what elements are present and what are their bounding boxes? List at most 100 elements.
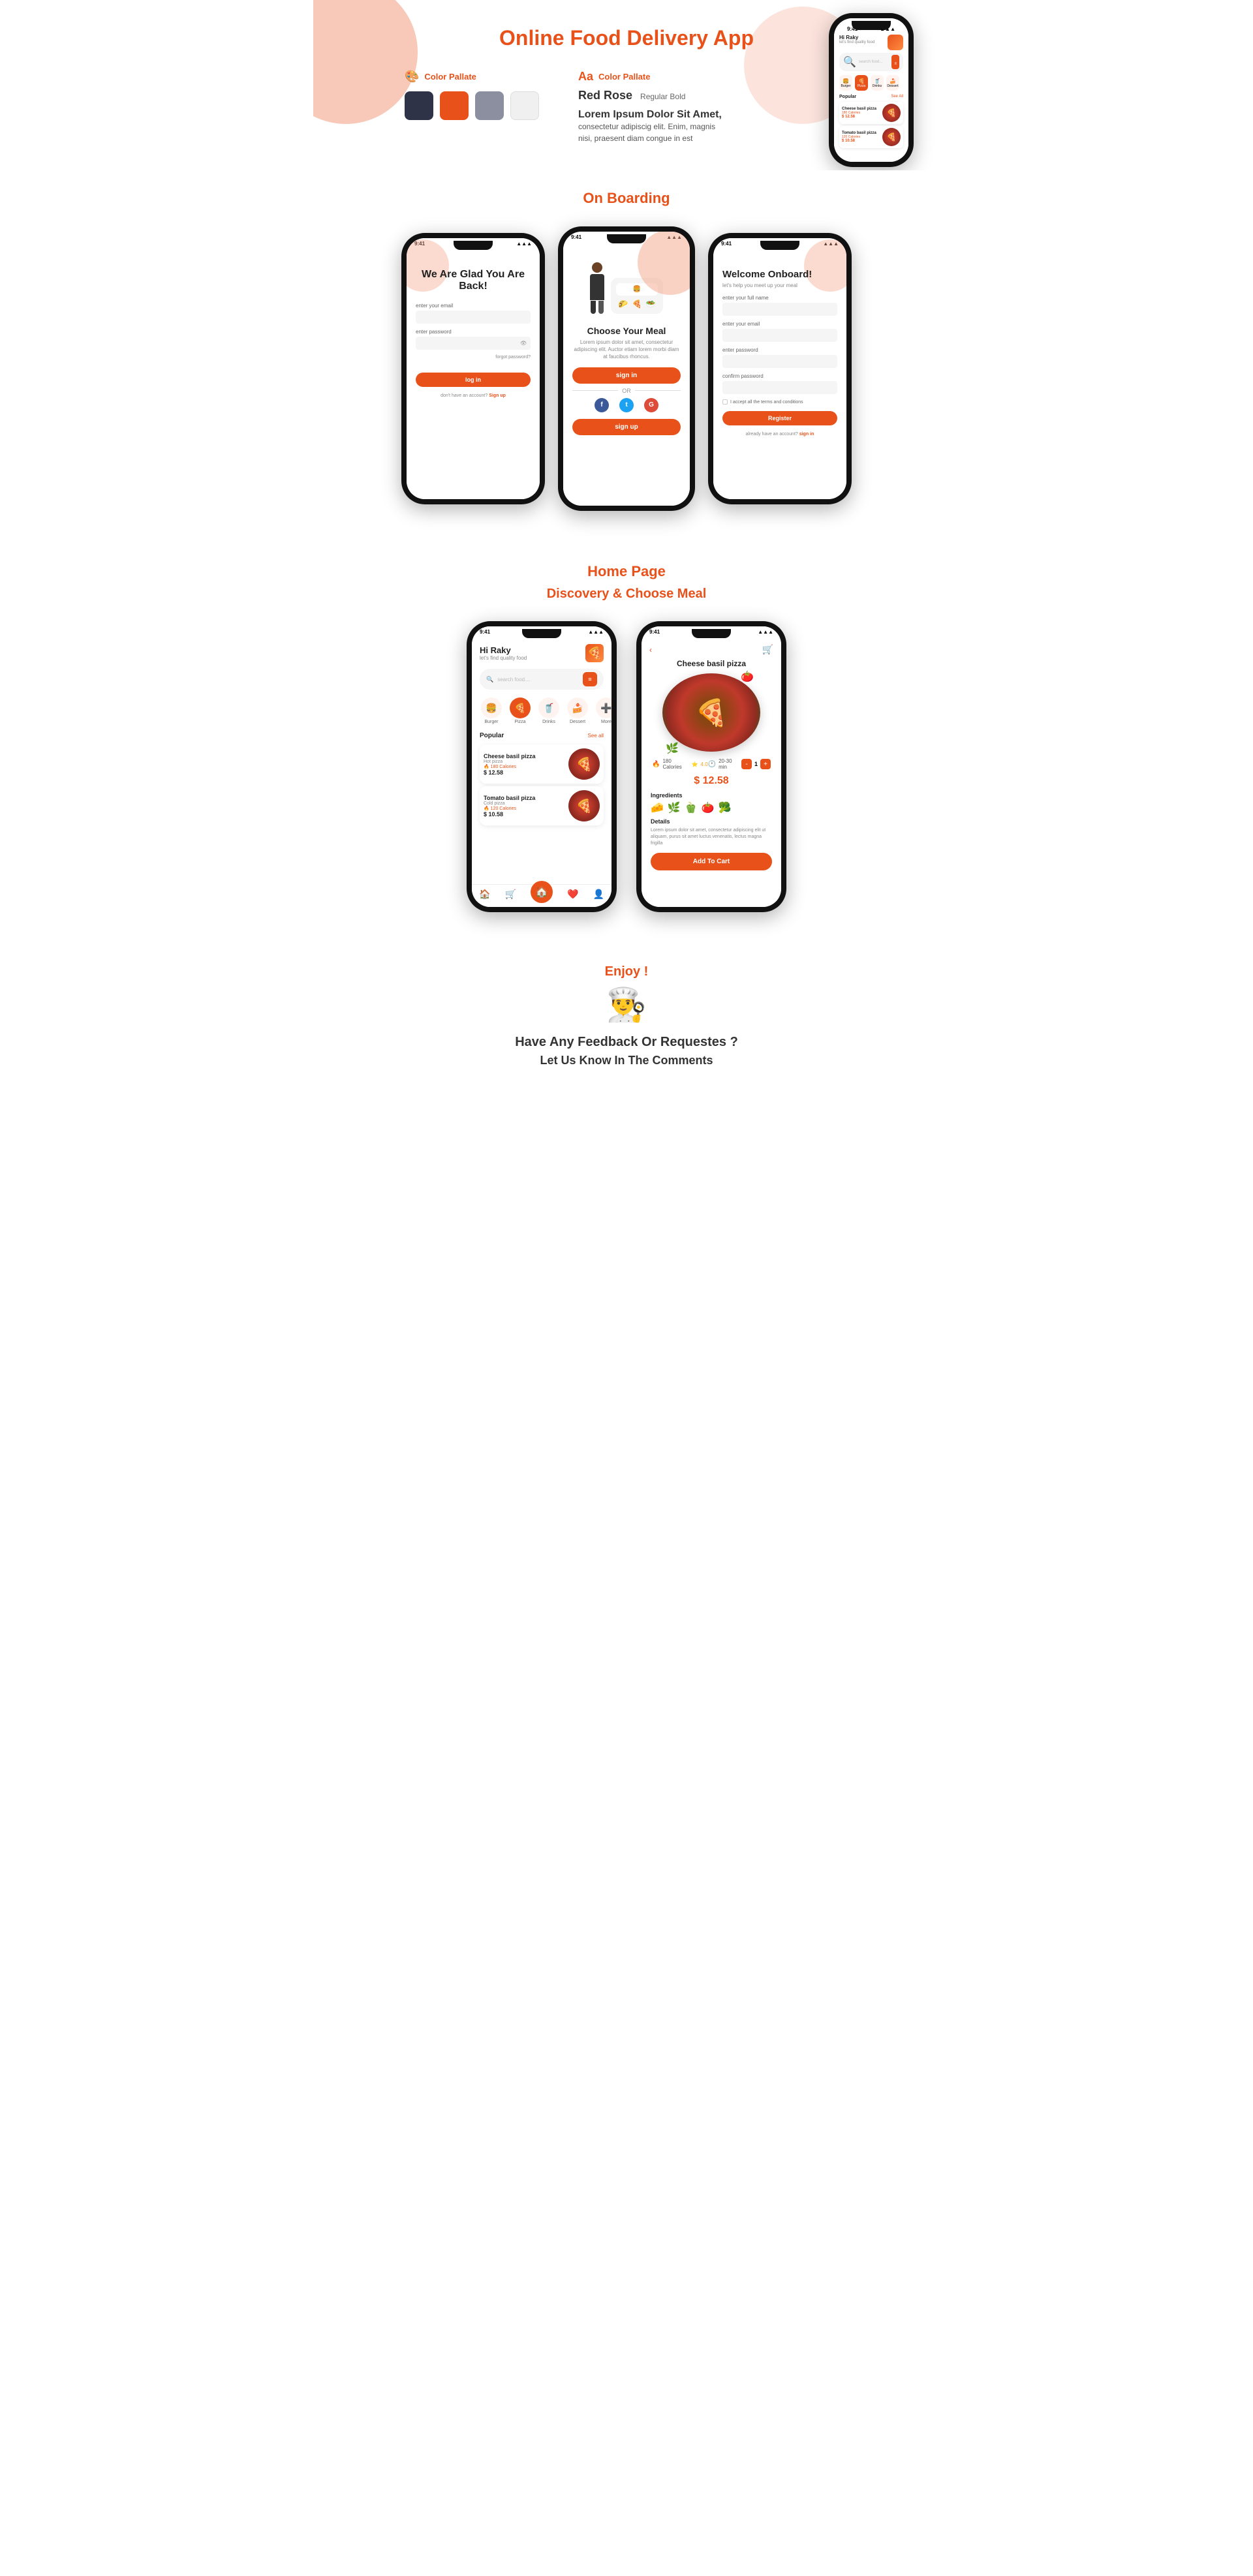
clock-icon: 🕐 (708, 761, 716, 768)
font-name: Red Rose (578, 89, 632, 102)
login-button[interactable]: log in (416, 373, 531, 387)
detail-pizza-container: 🍕 🍅 🌿 (642, 673, 781, 752)
qty-minus-btn[interactable]: - (741, 759, 752, 769)
filter-button[interactable]: ≡ (583, 672, 597, 686)
hero-cat-drinks-icon: 🥤 (874, 78, 880, 84)
choose-meal-time: 9:41 (571, 234, 581, 240)
home-subtitle: let's find quality food (480, 655, 527, 661)
login-email-input[interactable] (416, 311, 531, 324)
sign-in-button[interactable]: sign in (572, 367, 681, 384)
hero-cat-burger-icon: 🍔 (843, 78, 849, 84)
typography-label: Aa Color Pallate (578, 70, 722, 84)
sign-up-link[interactable]: Sign up (489, 393, 506, 398)
hero-home-content: 9:41 ▲▲▲ Hi Raky let's find quality food… (834, 18, 908, 162)
category-more-label: More (601, 720, 611, 724)
woman-leg-left (591, 301, 596, 314)
choose-meal-title: Choose Your Meal (570, 326, 683, 336)
hero-cat-dessert[interactable]: 🍰Dessert (886, 75, 899, 91)
food-card-cheese-pizza[interactable]: Cheese basil pizza Hot pizza 🔥 180 Calor… (480, 744, 604, 784)
reg-password-input[interactable] (722, 355, 837, 368)
confirm-password-input[interactable] (722, 381, 837, 394)
bottom-nav: 🏠 🛒 🏠 ❤️ 👤 (472, 884, 611, 907)
google-icon[interactable]: G (644, 398, 658, 412)
detail-time: 9:41 (649, 629, 660, 635)
hero-avatar (888, 35, 903, 50)
woman-body (590, 274, 604, 300)
hero-food-card-2[interactable]: Tomato basil pizza 120 Calories $ 10.58 … (839, 126, 903, 148)
cook-time-value: 20-30 min (719, 758, 741, 770)
detail-screen-content: 9:41 ▲▲▲ ‹ 🛒 Cheese basil pizza 🍕 🍅 🌿 (642, 626, 781, 907)
hero-cat-drinks[interactable]: 🥤Drinks (871, 75, 884, 91)
or-text: OR (622, 388, 631, 394)
hero-cat-burger[interactable]: 🍔Burger (839, 75, 852, 91)
enjoy-section: Enjoy ! 👨‍🍳 Have Any Feedback Or Request… (313, 938, 940, 1100)
nav-home[interactable]: 🏠 (479, 889, 490, 903)
hero-cat-burger-label: Burger (841, 84, 850, 88)
drinks-icon: 🥤 (543, 703, 554, 714)
home-search-bar[interactable]: 🔍 search food.... ≡ (480, 669, 604, 690)
food-card-tomato-pizza[interactable]: Tomato basil pizza Cold pizza 🔥 120 Calo… (480, 786, 604, 825)
food-icon-1: 🌮 (618, 299, 628, 309)
sign-up-button[interactable]: sign up (572, 419, 681, 435)
reg-email-input[interactable] (722, 329, 837, 342)
add-to-cart-button[interactable]: Add To Cart (651, 853, 772, 870)
swatch-orange (440, 91, 469, 120)
food-price-2: $ 10.58 (484, 811, 563, 818)
onboarding-phones-row: 9:41 ▲▲▲ We Are Glad You Are Back! enter… (339, 213, 914, 524)
category-pizza[interactable]: 🍕 Pizza (508, 698, 532, 724)
terms-checkbox-row[interactable]: I accept all the terms and conditions (722, 399, 837, 405)
qty-plus-btn[interactable]: + (760, 759, 771, 769)
swatch-gray (475, 91, 504, 120)
hero-cat-dessert-label: Dessert (887, 84, 898, 88)
ingredients-row: 🧀 🌿 🫑 🍅 🥦 (642, 801, 781, 818)
hero-filter-btn[interactable]: ≡ (891, 55, 899, 69)
choose-meal-screen: 9:41 ▲▲▲ (563, 232, 690, 506)
category-dessert[interactable]: 🍰 Dessert (566, 698, 589, 724)
meta-calories: 🔥 180 Calories (652, 758, 692, 770)
see-all-link[interactable]: See all (588, 733, 604, 739)
category-drinks[interactable]: 🥤 Drinks (537, 698, 561, 724)
hero-greeting: Hi Raky (839, 35, 874, 40)
burger-icon: 🍔 (486, 703, 497, 714)
social-row: f t G (563, 398, 690, 412)
login-password-input[interactable]: 👁 (416, 337, 531, 350)
nav-center-btn[interactable]: 🏠 (531, 881, 553, 903)
food-price-1: $ 12.58 (484, 769, 563, 776)
detail-header: ‹ 🛒 (642, 637, 781, 659)
typography-col: Aa Color Pallate Red Rose Regular Bold L… (578, 70, 722, 144)
fullname-input[interactable] (722, 303, 837, 316)
terms-checkbox[interactable] (722, 399, 728, 405)
category-burger[interactable]: 🍔 Burger (480, 698, 503, 724)
category-more[interactable]: ➕ More (595, 698, 611, 724)
choose-meal-content: 🍔 🌮 🍕 🥗 Choose Your Meal Lorem ipsum dol… (563, 243, 690, 506)
hero-cat-pizza[interactable]: 🍕Pizza (855, 75, 868, 91)
typography-icon: Aa (578, 70, 593, 84)
category-more-circle: ➕ (596, 698, 611, 718)
hero-phone-preview: 9:41 ▲▲▲ Hi Raky let's find quality food… (829, 13, 914, 167)
hero-search-bar[interactable]: 🔍 search food... ≡ (839, 53, 903, 71)
hero-see-all[interactable]: See All (891, 95, 903, 102)
font-variants: Regular Bold (640, 92, 685, 101)
nav-center[interactable]: 🏠 (531, 889, 553, 903)
back-button[interactable]: ‹ (649, 645, 652, 654)
choose-meal-phone-frame: 9:41 ▲▲▲ (558, 226, 695, 511)
hero-section: Online Food Delivery App 9:41 ▲▲▲ Hi Rak… (313, 0, 940, 170)
font-sample-bold: Lorem Ipsum Dolor Sit Amet, (578, 109, 722, 121)
nav-cart[interactable]: 🛒 (505, 889, 516, 903)
register-button[interactable]: Register (722, 411, 837, 425)
forgot-password-link[interactable]: forgot password? (416, 355, 531, 360)
home-phone-notch (522, 629, 561, 638)
nav-favorites[interactable]: ❤️ (567, 889, 578, 903)
facebook-icon[interactable]: f (595, 398, 609, 412)
food-cal-value-2: 120 Calories (491, 806, 516, 811)
phone-notch (852, 21, 891, 30)
popular-header: Popular See all (472, 728, 611, 742)
sign-in-link[interactable]: sign in (799, 432, 814, 437)
nav-profile[interactable]: 👤 (593, 889, 604, 903)
terms-label: I accept all the terms and conditions (730, 400, 803, 405)
cart-button[interactable]: 🛒 (762, 644, 773, 655)
color-palette-label: 🎨 Color Pallate (405, 70, 476, 84)
hero-food-card-1[interactable]: Cheese basil pizza 180 Calories $ 12.58 … (839, 102, 903, 124)
twitter-icon[interactable]: t (619, 398, 634, 412)
or-divider: OR (572, 388, 681, 394)
